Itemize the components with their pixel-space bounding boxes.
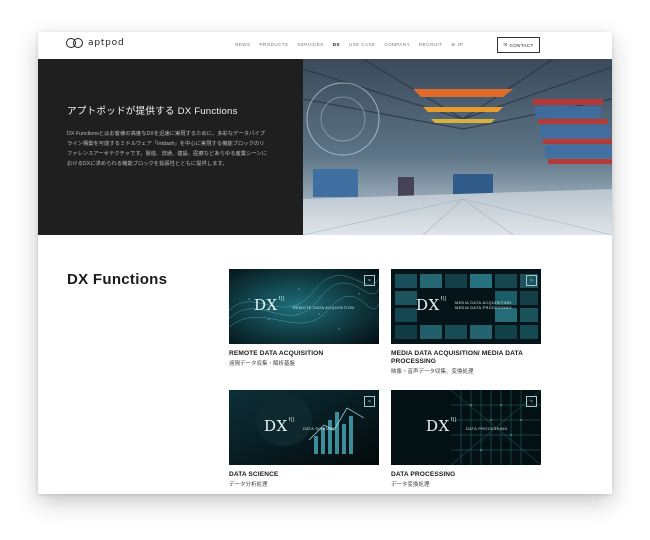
hero-description: DX Functionsとはお客様の高度なDXを迅速に実現するために、多彩なデー…	[67, 131, 268, 167]
site-header: aptpod NEWS PRODUCTS SERVICES DX USE CAS…	[38, 32, 612, 59]
dx-logo: DXf()	[416, 296, 447, 314]
card-subtitle: データ分析処理	[229, 482, 268, 488]
card-data-science[interactable]: DXf() DATA SCIENCE f() DATA SCIENCE データ分…	[229, 390, 379, 488]
card-remote-data-acquisition[interactable]: DXf() REMOTE DATA ACQUISITION f() REMOTE…	[229, 269, 379, 367]
dx-logo: DXf()	[254, 296, 285, 314]
card-subtitle: 遠隔データ収集・解析基盤	[229, 361, 296, 367]
card-overlay-label: MEDIA DATA ACQUISITION MEDIA DATA PROCES…	[455, 301, 512, 310]
nav-item-recruit[interactable]: RECRUIT	[419, 42, 442, 48]
dx-logo: DXf()	[426, 417, 457, 435]
function-badge: f()	[526, 396, 537, 407]
nav-item-dx[interactable]: DX	[333, 42, 340, 48]
dx-logo: DXf()	[264, 417, 295, 435]
mail-icon: ✉	[503, 42, 508, 47]
card-subtitle: 映像・音声データ収集、変換処理	[391, 369, 474, 375]
card-thumbnail: DXf() REMOTE DATA ACQUISITION f()	[229, 269, 379, 344]
card-title: DATA PROCESSING	[391, 471, 456, 478]
hero-title: アプトポッドが提供する DX Functions	[67, 106, 238, 117]
language-switch[interactable]: ⊕ JP	[451, 42, 463, 48]
logo[interactable]: aptpod	[66, 38, 125, 48]
card-subtitle: データ変換処理	[391, 482, 430, 488]
card-title: DATA SCIENCE	[229, 471, 279, 478]
globe-icon: ⊕	[451, 42, 456, 47]
contact-label: CONTACT	[509, 42, 534, 48]
page: aptpod NEWS PRODUCTS SERVICES DX USE CAS…	[38, 32, 612, 494]
card-media-data[interactable]: DXf() MEDIA DATA ACQUISITION MEDIA DATA …	[391, 269, 541, 375]
card-overlay-label: DATA SCIENCE	[303, 427, 336, 431]
nav-item-news[interactable]: NEWS	[235, 42, 250, 48]
nav-item-products[interactable]: PRODUCTS	[259, 42, 288, 48]
card-title: REMOTE DATA ACQUISITION	[229, 350, 324, 357]
factory-hero-image	[303, 59, 612, 235]
card-thumbnail: DXf() DATA SCIENCE f()	[229, 390, 379, 465]
function-badge: f()	[526, 275, 537, 286]
nav-item-use-case[interactable]: USE CASE	[349, 42, 375, 48]
card-overlay-label: DATA PROCESSING	[466, 427, 508, 431]
aptpod-logo-icon	[66, 38, 83, 48]
card-thumbnail: DXf() DATA PROCESSING f()	[391, 390, 541, 465]
function-badge: f()	[364, 396, 375, 407]
nav-item-company[interactable]: COMPANY	[384, 42, 410, 48]
language-label: JP	[457, 42, 464, 47]
card-title: MEDIA DATA ACQUISITION/ MEDIA DATA PROCE…	[391, 350, 523, 365]
card-thumbnail: DXf() MEDIA DATA ACQUISITION MEDIA DATA …	[391, 269, 541, 344]
hero-section: アプトポッドが提供する DX Functions DX Functionsとはお…	[38, 59, 612, 235]
logo-text: aptpod	[88, 38, 125, 48]
main-nav: NEWS PRODUCTS SERVICES DX USE CASE COMPA…	[235, 42, 463, 48]
card-data-processing[interactable]: DXf() DATA PROCESSING f() DATA PROCESSIN…	[391, 390, 541, 488]
nav-item-services[interactable]: SERVICES	[297, 42, 323, 48]
section-title: DX Functions	[67, 271, 168, 288]
hero-text: アプトポッドが提供する DX Functions DX Functionsとはお…	[67, 103, 267, 169]
card-overlay-label: REMOTE DATA ACQUISITION	[293, 306, 355, 310]
contact-button[interactable]: ✉ CONTACT	[497, 37, 540, 53]
function-badge: f()	[364, 275, 375, 286]
